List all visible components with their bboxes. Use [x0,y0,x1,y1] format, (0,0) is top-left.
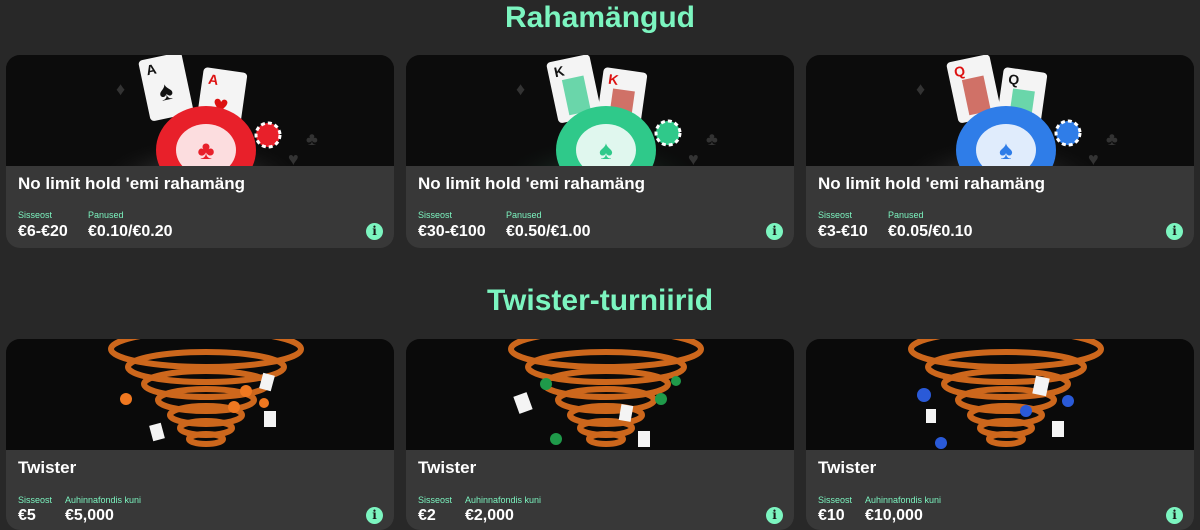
cash-game-card[interactable]: A ♠ A ♥ ♣ ♦ ♣ ♥ No limit hold 'emi rahamäng … [6,55,394,248]
buyin-label: Sisseost [418,210,453,220]
svg-text:♥: ♥ [688,149,699,166]
twister-card[interactable]: Twister Sisseost €10 Auhinnafondis kuni … [806,339,1194,530]
cash-game-card[interactable]: Q Q ♠ ♦ ♣ ♥ No limit hold 'emi rahamäng Si… [806,55,1194,248]
svg-text:♣: ♣ [1106,129,1118,149]
buyin-value: €2 [418,507,436,524]
svg-text:♣: ♣ [306,129,318,149]
buyin-label: Sisseost [818,210,853,220]
info-icon[interactable]: i [766,223,783,240]
buyin-label: Sisseost [818,495,853,505]
svg-text:♣: ♣ [706,129,718,149]
buyin-label: Sisseost [18,495,53,505]
svg-text:♦: ♦ [116,79,125,99]
card-title: No limit hold 'emi rahamäng [818,174,1045,193]
cash-game-image: A ♠ A ♥ ♣ ♦ ♣ ♥ [6,55,394,166]
section-title-twister-tournaments: Twister-turniirid [486,284,714,317]
stakes-label: Panused [506,210,542,220]
buyin-value: €5 [18,507,36,524]
info-icon[interactable]: i [1166,507,1183,524]
prize-value: €5,000 [65,507,114,524]
stakes-value: €0.05/€0.10 [888,223,973,240]
svg-text:♦: ♦ [516,79,525,99]
twister-card[interactable]: Twister Sisseost €5 Auhinnafondis kuni €… [6,339,394,530]
twister-card[interactable]: Twister Sisseost €2 Auhinnafondis kuni €… [406,339,794,530]
cash-game-image: Q Q ♠ ♦ ♣ ♥ [806,55,1194,166]
buyin-value: €10 [818,507,845,524]
prize-label: Auhinnafondis kuni [465,495,542,505]
stakes-value: €0.50/€1.00 [506,223,591,240]
svg-text:♥: ♥ [288,149,299,166]
card-title: Twister [818,458,877,477]
buyin-label: Sisseost [18,210,53,220]
buyin-value: €6-€20 [18,223,68,240]
stakes-label: Panused [888,210,924,220]
info-icon[interactable]: i [766,507,783,524]
stakes-label: Panused [88,210,124,220]
twister-image [806,339,1194,450]
card-title: No limit hold 'emi rahamäng [18,174,245,193]
svg-text:♠: ♠ [599,135,613,165]
twister-image [6,339,394,450]
info-icon[interactable]: i [1166,223,1183,240]
cash-game-image: K K ♠ ♦ ♣ ♥ [406,55,794,166]
svg-text:♦: ♦ [916,79,925,99]
prize-value: €10,000 [865,507,923,524]
info-icon[interactable]: i [366,507,383,524]
svg-text:♥: ♥ [1088,149,1099,166]
prize-label: Auhinnafondis kuni [65,495,142,505]
svg-text:♠: ♠ [999,135,1013,165]
prize-value: €2,000 [465,507,514,524]
twister-image [406,339,794,450]
cash-game-card[interactable]: K K ♠ ♦ ♣ ♥ No limit hold 'emi rahamäng Si… [406,55,794,248]
stakes-value: €0.10/€0.20 [88,223,173,240]
card-title: No limit hold 'emi rahamäng [418,174,645,193]
prize-label: Auhinnafondis kuni [865,495,942,505]
section-title-cash-games: Rahamängud [504,1,696,34]
card-title: Twister [418,458,477,477]
buyin-value: €3-€10 [818,223,868,240]
buyin-value: €30-€100 [418,223,486,240]
info-icon[interactable]: i [366,223,383,240]
buyin-label: Sisseost [418,495,453,505]
svg-text:♣: ♣ [197,135,214,165]
card-title: Twister [18,458,77,477]
